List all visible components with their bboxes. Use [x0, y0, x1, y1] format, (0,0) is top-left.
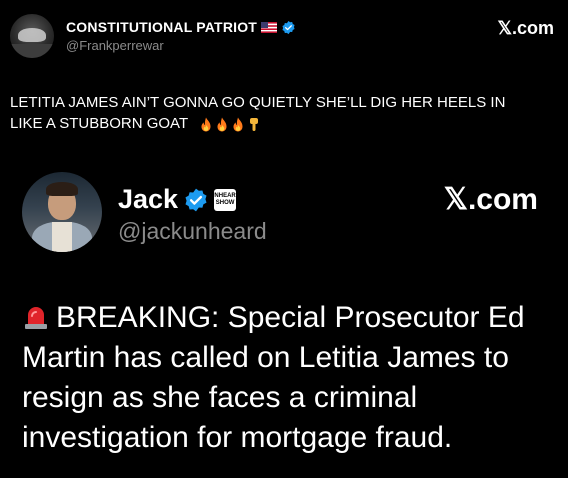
us-flag-icon — [261, 21, 278, 33]
quoted-post-card[interactable]: Jack UNHEARD SHOW @jackunheard 𝕏.com BRE… — [0, 158, 568, 478]
avatar-collar-shape — [52, 222, 72, 252]
outer-post-text-line2: LIKE A STUBBORN GOAT — [10, 115, 188, 132]
outer-post-text-line1: LETITIA JAMES AIN’T GONNA GO QUIETLY SHE… — [10, 94, 506, 111]
badge-text-top: UNHEARD — [210, 192, 241, 199]
badge-text-bottom: SHOW — [215, 199, 235, 206]
outer-author-name[interactable]: CONSTITUTIONAL PATRIOT — [66, 19, 257, 35]
avatar-hair-shape — [46, 182, 78, 196]
outer-author-avatar[interactable] — [10, 14, 54, 58]
affiliate-badge-icon: UNHEARD SHOW — [210, 188, 240, 211]
outer-post-text: LETITIA JAMES AIN’T GONNA GO QUIETLY SHE… — [10, 92, 558, 134]
fire-icon — [233, 117, 243, 132]
avatar-eagle-shape — [18, 28, 46, 42]
pointing-down-icon — [250, 117, 259, 131]
quoted-author-name-row: Jack UNHEARD SHOW — [118, 184, 240, 215]
fire-icon — [201, 117, 211, 132]
emoji-row — [200, 117, 260, 132]
outer-source-label: 𝕏.com — [497, 18, 554, 38]
outer-post-header: CONSTITUTIONAL PATRIOT @Frankperrewar 𝕏.… — [10, 12, 558, 58]
quoted-post-text: BREAKING: Special Prosecutor Ed Martin h… — [22, 298, 552, 458]
siren-icon — [25, 307, 47, 329]
quoted-source-label: 𝕏.com — [443, 183, 538, 216]
verified-badge-icon — [282, 20, 295, 34]
quoted-post-text-body: BREAKING: Special Prosecutor Ed Martin h… — [22, 301, 525, 454]
quoted-author-avatar[interactable] — [22, 172, 102, 252]
fire-icon — [217, 117, 227, 132]
quoted-author-name[interactable]: Jack — [118, 184, 178, 215]
avatar-base-shape — [10, 44, 54, 58]
outer-author-handle[interactable]: @Frankperrewar — [66, 38, 164, 53]
verified-badge-icon — [185, 188, 207, 211]
outer-author-name-row: CONSTITUTIONAL PATRIOT — [66, 18, 296, 36]
quoted-author-handle[interactable]: @jackunheard — [118, 218, 267, 245]
